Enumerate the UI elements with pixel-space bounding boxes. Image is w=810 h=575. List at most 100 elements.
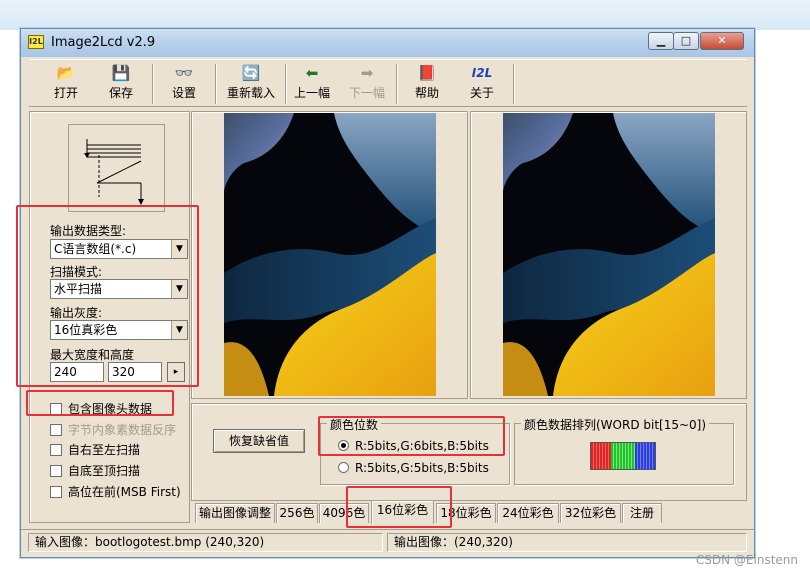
toolbar-separator (396, 64, 398, 104)
save-disk-icon: 💾 (111, 64, 131, 82)
red-bits (591, 443, 611, 469)
msb-first-label: 高位在前(MSB First) (68, 485, 181, 499)
output-image-preview (503, 113, 715, 396)
radio-555[interactable]: R:5bits,G:5bits,B:5bits (338, 461, 489, 475)
toolbar-separator (513, 64, 515, 104)
previous-image-button[interactable]: ⬅ 上一幅 (287, 64, 337, 104)
settings-panel: 输出数据类型: C语言数组(*.c) ▼ 扫描模式: 水平扫描 ▼ 输出灰度: … (29, 111, 190, 523)
about-button[interactable]: I2L 关于 (457, 64, 507, 104)
output-type-value: C语言数组(*.c) (54, 242, 137, 256)
arrow-left-icon: ⬅ (305, 64, 319, 82)
toolbar: 📂 打开 💾 保存 👓 设置 🔄 重新载入 ⬅ 上一幅 ➡ 下一幅 📕 帮助 I… (29, 59, 747, 107)
checkbox-box[interactable] (50, 486, 62, 498)
title-bar[interactable]: I2L Image2Lcd v2.9 ▁ □ ✕ (21, 29, 754, 57)
chevron-down-icon[interactable]: ▼ (171, 240, 187, 258)
reload-icon: 🔄 (241, 64, 261, 82)
msb-first-checkbox[interactable]: 高位在前(MSB First) (50, 483, 181, 500)
about-logo-icon: I2L (471, 66, 493, 80)
chevron-down-icon[interactable]: ▼ (171, 321, 187, 339)
checkbox-box[interactable] (50, 403, 62, 415)
reverse-pixel-order-label: 字节内象素数据反序 (68, 423, 177, 437)
word-order-group: 颜色数据排列(WORD bit[15~0]) (514, 416, 734, 485)
green-bits (611, 443, 635, 469)
close-button[interactable]: ✕ (700, 32, 744, 50)
status-bar: 输入图像：bootlogotest.bmp (240,320) 输出图像：(24… (21, 529, 754, 555)
scan-mode-diagram (68, 124, 165, 212)
help-button[interactable]: 📕 帮助 (402, 64, 452, 104)
tab-32bit-color[interactable]: 32位彩色 (560, 503, 621, 523)
previous-image-label: 上一幅 (293, 86, 330, 100)
word-order-legend: 颜色数据排列(WORD bit[15~0]) (521, 416, 710, 433)
about-button-label: 关于 (469, 86, 494, 100)
help-button-label: 帮助 (414, 86, 439, 100)
reverse-pixel-order-checkbox[interactable]: 字节内象素数据反序 (50, 421, 176, 438)
include-header-checkbox[interactable]: 包含图像头数据 (50, 400, 152, 417)
output-type-label: 输出数据类型: (50, 224, 127, 238)
open-button-label: 打开 (53, 86, 78, 100)
input-image-preview (224, 113, 436, 396)
open-button[interactable]: 📂 打开 (41, 64, 91, 104)
max-width-input[interactable]: 240 (50, 362, 104, 382)
desktop-background (0, 0, 810, 30)
checkbox-box[interactable] (50, 424, 62, 436)
bottom-to-top-label: 自底至顶扫描 (68, 464, 141, 478)
bit-layout-bar (590, 442, 656, 470)
max-height-input[interactable]: 320 (108, 362, 162, 382)
color-settings-panel: 恢复缺省值 颜色位数 R:5bits,G:6bits,B:5bits R:5bi… (191, 403, 747, 501)
checkbox-box[interactable] (50, 465, 62, 477)
input-image-status: 输入图像：bootlogotest.bmp (240,320) (28, 533, 383, 552)
save-button-label: 保存 (108, 86, 133, 100)
gray-level-value: 16位真彩色 (54, 323, 118, 337)
open-folder-icon: 📂 (56, 64, 76, 82)
checkbox-box[interactable] (50, 444, 62, 456)
radio-dot[interactable] (338, 440, 349, 451)
toolbar-separator (215, 64, 217, 104)
right-to-left-label: 自右至左扫描 (68, 443, 141, 457)
tab-register[interactable]: 注册 (622, 503, 662, 523)
output-image-panel (470, 111, 747, 399)
window-title: Image2Lcd v2.9 (51, 35, 156, 50)
scan-mode-label: 扫描模式: (50, 265, 103, 279)
app-window: I2L Image2Lcd v2.9 ▁ □ ✕ 📂 打开 💾 保存 👓 设置 … (20, 28, 755, 558)
watermark: CSDN @Einstenn (695, 553, 798, 567)
chevron-down-icon[interactable]: ▼ (171, 280, 187, 298)
color-bits-group: 颜色位数 R:5bits,G:6bits,B:5bits R:5bits,G:5… (320, 416, 510, 485)
radio-565[interactable]: R:5bits,G:6bits,B:5bits (338, 439, 489, 453)
settings-button-label: 设置 (171, 86, 196, 100)
app-icon: I2L (28, 35, 44, 49)
tab-18bit-color[interactable]: 18位彩色 (436, 503, 496, 523)
size-lock-button[interactable]: ▸ (167, 362, 185, 382)
tab-256-color[interactable]: 256色 (276, 503, 318, 523)
include-header-label: 包含图像头数据 (68, 402, 153, 416)
glasses-icon: 👓 (174, 64, 194, 82)
blue-bits (635, 443, 655, 469)
bottom-to-top-checkbox[interactable]: 自底至顶扫描 (50, 462, 140, 479)
color-bits-legend: 颜色位数 (327, 416, 382, 433)
settings-button[interactable]: 👓 设置 (159, 64, 209, 104)
radio-565-label: R:5bits,G:6bits,B:5bits (355, 439, 489, 453)
arrow-right-icon: ➡ (360, 64, 374, 82)
tab-16bit-color[interactable]: 16位彩色 (371, 500, 434, 524)
right-to-left-checkbox[interactable]: 自右至左扫描 (50, 441, 140, 458)
tab-24bit-color[interactable]: 24位彩色 (497, 503, 559, 523)
output-type-select[interactable]: C语言数组(*.c) ▼ (50, 239, 188, 259)
minimize-button[interactable]: ▁ (648, 32, 674, 50)
input-image-panel (191, 111, 468, 399)
radio-dot[interactable] (338, 462, 349, 473)
tab-4096-color[interactable]: 4096色 (319, 503, 369, 523)
toolbar-separator (152, 64, 154, 104)
gray-level-label: 输出灰度: (50, 306, 103, 320)
gray-level-select[interactable]: 16位真彩色 ▼ (50, 320, 188, 340)
save-button[interactable]: 💾 保存 (96, 64, 146, 104)
reload-button[interactable]: 🔄 重新载入 (221, 64, 281, 104)
scan-mode-select[interactable]: 水平扫描 ▼ (50, 279, 188, 299)
help-book-icon: 📕 (417, 64, 437, 82)
reload-button-label: 重新载入 (226, 86, 275, 100)
next-image-label: 下一幅 (348, 86, 385, 100)
next-image-button[interactable]: ➡ 下一幅 (342, 64, 392, 104)
restore-defaults-button[interactable]: 恢复缺省值 (213, 429, 305, 453)
output-image-status: 输出图像：(240,320) (387, 533, 747, 552)
maximize-button[interactable]: □ (673, 32, 699, 50)
max-size-label: 最大宽度和高度 (50, 348, 135, 362)
tab-output-adjust[interactable]: 输出图像调整 (195, 503, 275, 523)
